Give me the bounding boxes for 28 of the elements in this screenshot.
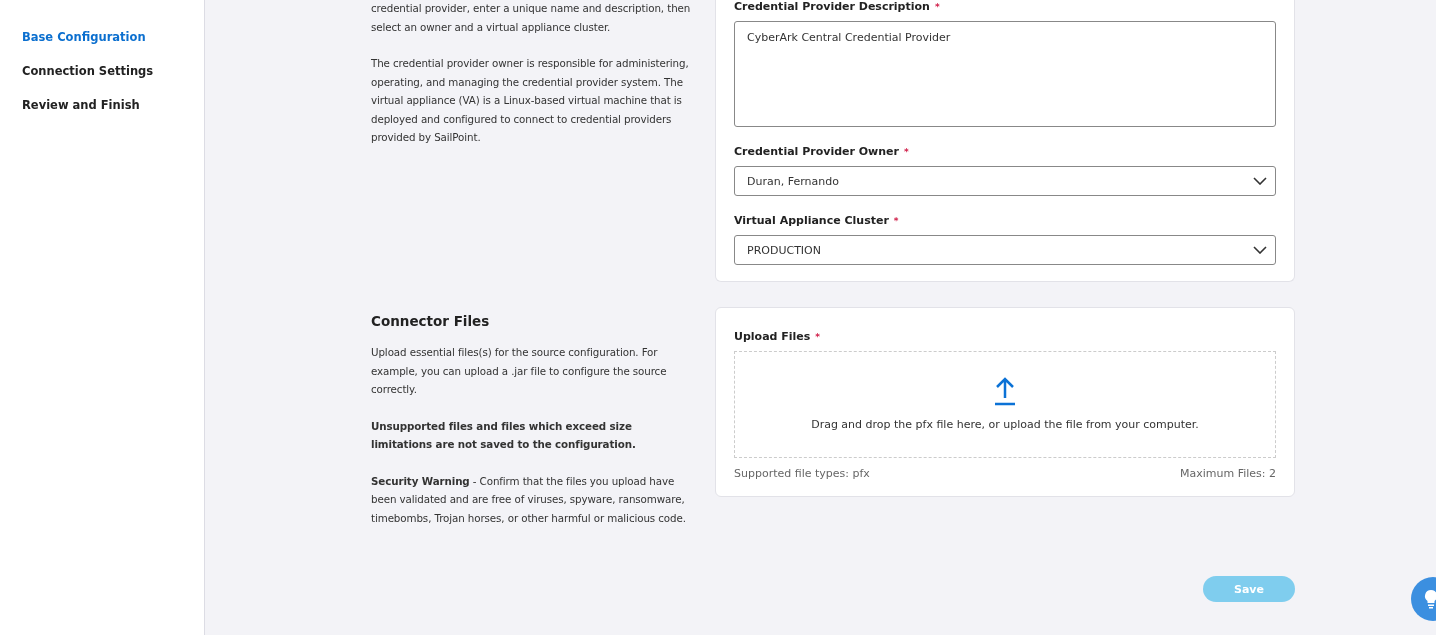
upload-icon <box>993 376 1017 406</box>
owner-dropdown[interactable]: Duran, Fernando <box>734 166 1276 196</box>
description-field[interactable]: CyberArk Central Credential Provider <box>734 21 1276 127</box>
chevron-down-icon <box>1253 177 1267 185</box>
description-text: Security Warning - Confirm that the files you upload have been validated and are free of viruses, spyware, ransomware, timebombs, Trojan horses, or other harmful or malicious code. <box>371 473 687 526</box>
description-text: credential provider, enter a unique name and description, then select an owner and a virtual appliance cluster. <box>371 1 691 35</box>
required-marker: * <box>934 2 940 12</box>
field-label: Credential Provider Description <box>734 0 930 13</box>
nav-item[interactable]: Base Configuration <box>22 30 204 44</box>
description-text: Unsupported files and files which exceed size limitations are not saved to the configuration. <box>371 418 637 452</box>
drop-prompt: Drag and drop the pfx file here, or upload the file from your computer. <box>811 418 1199 431</box>
drop-zone[interactable]: Drag and drop the pfx file here, or upload the file from your computer. <box>734 351 1276 458</box>
description-text: The credential provider owner is responsible for administering, operating, and managing the credential provider system. The virtual appliance (VA) is a Linux-based virtual machine that is deployed and configured to connect to credential providers provided by SailPoint. <box>371 56 690 145</box>
nav-item[interactable]: Review and Finish <box>22 98 204 112</box>
lightbulb-icon <box>1423 589 1436 609</box>
section-heading: Connector Files <box>371 313 491 329</box>
field-label: Credential Provider Owner <box>734 145 899 158</box>
nav-item[interactable]: Connection Settings <box>22 64 204 78</box>
chevron-down-icon <box>1253 246 1267 254</box>
max-files-note: Maximum Files: 2 <box>1179 467 1276 480</box>
description-text: Upload essential files(s) for the source configuration. For example, you can upload a .jar file to configure the source correctly. <box>371 345 668 397</box>
field-label: Upload Files <box>734 330 811 343</box>
required-marker: * <box>893 216 899 226</box>
field-label: Virtual Appliance Cluster <box>734 214 889 227</box>
required-marker: * <box>904 147 909 157</box>
file-types-note: Supported file types: pfx <box>734 467 870 480</box>
required-marker: * <box>815 332 821 342</box>
owner-dropdown[interactable]: PRODUCTION <box>734 235 1276 265</box>
